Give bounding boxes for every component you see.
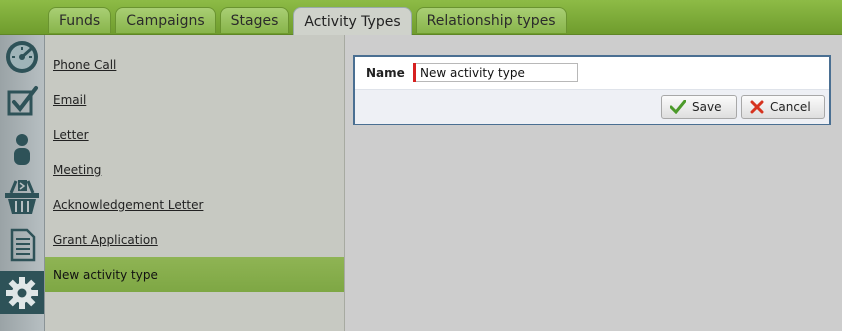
tab-relationship-types[interactable]: Relationship types (415, 7, 567, 33)
list-item[interactable]: Letter (45, 117, 344, 152)
checkmark-icon (670, 100, 686, 114)
list-item-label[interactable]: Meeting (53, 163, 101, 177)
list-item[interactable]: Meeting (45, 152, 344, 187)
list-item-label[interactable]: Acknowledgement Letter (53, 198, 203, 212)
list-item-label[interactable]: Letter (53, 128, 89, 142)
activity-type-list: Phone Call Email Letter Meeting Acknowle… (45, 35, 345, 331)
save-button[interactable]: Save (661, 95, 737, 119)
tab-campaigns[interactable]: Campaigns (115, 7, 216, 33)
list-item-label[interactable]: Email (53, 93, 86, 107)
rail-item-tasks[interactable] (0, 80, 44, 123)
list-item[interactable]: Email (45, 82, 344, 117)
list-item-selected[interactable]: New activity type (45, 257, 344, 292)
name-row: Name (355, 57, 829, 89)
cancel-label: Cancel (770, 100, 811, 114)
edit-form: Name Save Cancel (353, 55, 831, 125)
rail-item-donations[interactable] (0, 175, 44, 218)
list-item-label: New activity type (53, 267, 158, 282)
donation-basket-icon (5, 179, 39, 214)
detail-panel: Name Save Cancel (345, 35, 842, 331)
person-icon (14, 133, 30, 165)
list-item[interactable]: Grant Application (45, 222, 344, 257)
dashboard-icon (6, 40, 38, 73)
list-item[interactable]: Phone Call (45, 47, 344, 82)
list-item[interactable]: Acknowledgement Letter (45, 187, 344, 222)
rail-item-dashboard[interactable] (0, 35, 44, 78)
top-tab-bar: Funds Campaigns Stages Activity Types Re… (0, 0, 842, 35)
task-check-icon (7, 85, 38, 115)
gear-icon (6, 276, 38, 309)
tab-stages[interactable]: Stages (219, 7, 290, 33)
cancel-button[interactable]: Cancel (741, 95, 825, 119)
tab-funds[interactable]: Funds (48, 7, 112, 33)
save-label: Save (692, 100, 722, 114)
document-icon (10, 228, 36, 261)
close-icon (750, 100, 764, 114)
tab-activity-types[interactable]: Activity Types (293, 7, 412, 35)
tab-strip: Funds Campaigns Stages Activity Types Re… (48, 7, 567, 35)
name-label: Name (366, 66, 405, 80)
rail-item-settings[interactable] (0, 271, 44, 314)
list-item-label[interactable]: Phone Call (53, 58, 116, 72)
rail-item-documents[interactable] (0, 223, 44, 266)
left-icon-rail (0, 35, 45, 331)
name-input[interactable] (416, 63, 578, 82)
list-item-label[interactable]: Grant Application (53, 233, 158, 247)
rail-item-contacts[interactable] (0, 127, 44, 170)
form-actions: Save Cancel (355, 89, 829, 124)
